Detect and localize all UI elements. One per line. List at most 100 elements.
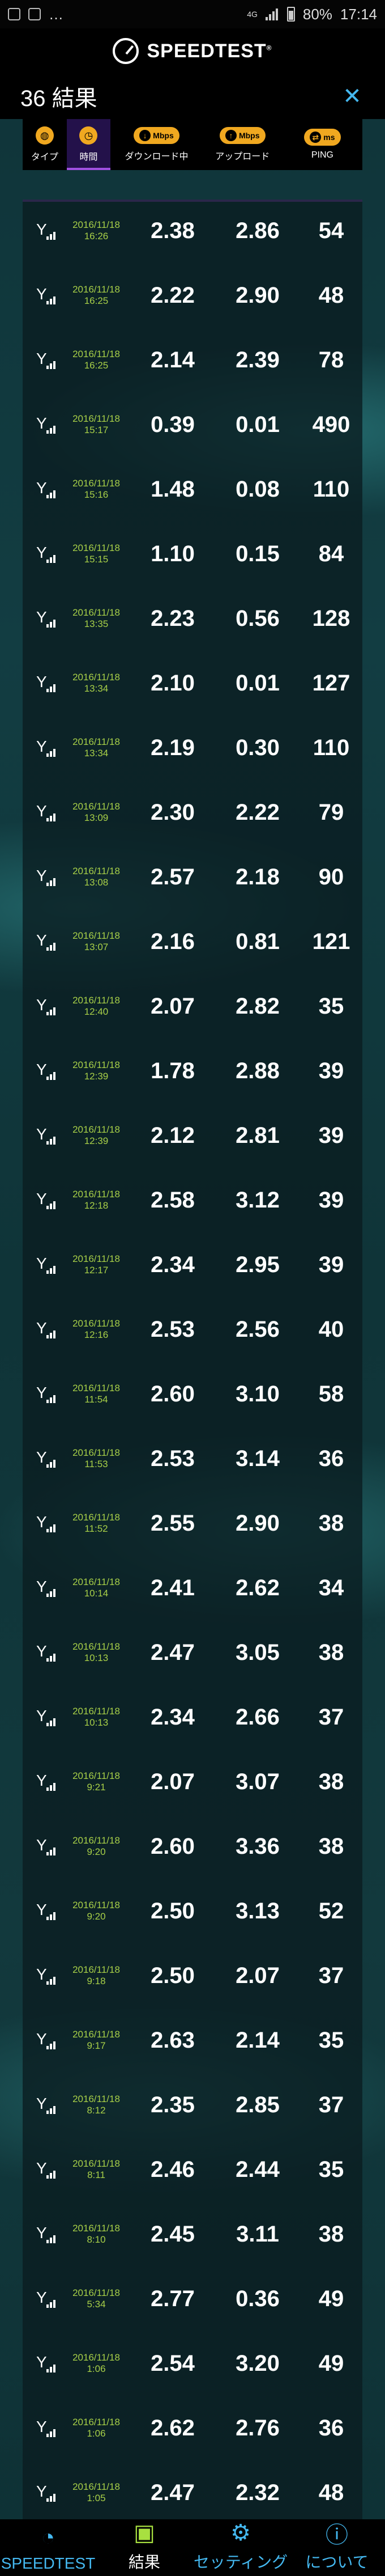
result-row[interactable]: Y 2016/11/18 13:35 2.23 0.56 128 [23, 587, 362, 652]
timestamp: 2016/11/18 13:08 [62, 866, 130, 888]
result-time: 9:17 [87, 2040, 106, 2051]
ping-value: 35 [318, 2156, 344, 2182]
result-row[interactable]: Y 2016/11/18 10:13 2.47 3.05 38 [23, 1621, 362, 1686]
tab-ping[interactable]: ⇄ ms PING [283, 119, 362, 170]
result-row[interactable]: Y 2016/11/18 13:07 2.16 0.81 121 [23, 910, 362, 975]
tab-time[interactable]: ◷ 時間 [66, 119, 111, 170]
wifi-signal-icon: Y [23, 2481, 62, 2504]
antenna-icon: Y [36, 738, 47, 755]
result-row[interactable]: Y 2016/11/18 16:25 2.14 2.39 78 [23, 329, 362, 393]
result-row[interactable]: Y 2016/11/18 5:34 2.77 0.36 49 [23, 2268, 362, 2332]
result-date: 2016/11/18 [72, 1964, 120, 1975]
result-row[interactable]: Y 2016/11/18 12:40 2.07 2.82 35 [23, 975, 362, 1040]
result-row[interactable]: Y 2016/11/18 9:20 2.60 3.36 38 [23, 1815, 362, 1880]
nav-about[interactable]: ⓘ について [289, 2519, 385, 2576]
overflow-icon: … [49, 5, 63, 23]
result-row[interactable]: Y 2016/11/18 1:05 2.47 2.32 48 [23, 2461, 362, 2526]
result-time: 12:39 [84, 1136, 109, 1146]
antenna-icon: Y [36, 1190, 47, 1208]
result-row[interactable]: Y 2016/11/18 9:20 2.50 3.13 52 [23, 1880, 362, 1944]
result-row[interactable]: Y 2016/11/18 12:39 1.78 2.88 39 [23, 1040, 362, 1104]
result-time: 11:54 [84, 1394, 108, 1405]
download-value: 2.63 [151, 2027, 195, 2053]
result-row[interactable]: Y 2016/11/18 16:25 2.22 2.90 48 [23, 264, 362, 329]
antenna-icon: Y [36, 479, 47, 497]
result-row[interactable]: Y 2016/11/18 8:11 2.46 2.44 35 [23, 2138, 362, 2203]
result-date: 2016/11/18 [72, 1318, 120, 1329]
result-row[interactable]: Y 2016/11/18 12:18 2.58 3.12 39 [23, 1169, 362, 1234]
result-row[interactable]: Y 2016/11/18 1:06 2.54 3.20 49 [23, 2332, 362, 2397]
result-row[interactable]: Y 2016/11/18 13:34 2.19 0.30 110 [23, 717, 362, 781]
result-row[interactable]: Y 2016/11/18 11:52 2.55 2.90 38 [23, 1492, 362, 1557]
result-row[interactable]: Y 2016/11/18 11:54 2.60 3.10 58 [23, 1363, 362, 1427]
tab-upload[interactable]: ↑ Mbps アップロード [203, 119, 283, 170]
result-row[interactable]: Y 2016/11/18 12:39 2.12 2.81 39 [23, 1104, 362, 1169]
timestamp: 2016/11/18 10:13 [62, 1706, 130, 1728]
result-time: 1:06 [87, 2428, 106, 2439]
result-date: 2016/11/18 [72, 801, 120, 812]
result-date: 2016/11/18 [72, 1706, 120, 1717]
timestamp: 2016/11/18 15:16 [62, 478, 130, 501]
result-row[interactable]: Y 2016/11/18 15:16 1.48 0.08 110 [23, 458, 362, 523]
timestamp: 2016/11/18 11:53 [62, 1447, 130, 1470]
result-date: 2016/11/18 [72, 219, 120, 230]
ping-value: 37 [318, 1704, 344, 1730]
result-time: 13:34 [84, 683, 109, 694]
result-time: 8:12 [87, 2105, 106, 2116]
nav-label: SPEEDTEST [1, 2554, 96, 2572]
wifi-signal-icon: Y [23, 2094, 62, 2116]
timestamp: 2016/11/18 15:17 [62, 413, 130, 436]
result-date: 2016/11/18 [72, 1189, 120, 1200]
result-row[interactable]: Y 2016/11/18 12:17 2.34 2.95 39 [23, 1234, 362, 1298]
result-row[interactable]: Y 2016/11/18 8:12 2.35 2.85 37 [23, 2074, 362, 2138]
timestamp: 2016/11/18 1:06 [62, 2417, 130, 2439]
result-row[interactable]: Y 2016/11/18 10:14 2.41 2.62 34 [23, 1557, 362, 1621]
result-row[interactable]: Y 2016/11/18 9:17 2.63 2.14 35 [23, 2009, 362, 2074]
upload-unit: Mbps [238, 131, 260, 140]
upload-value: 2.07 [236, 1963, 280, 1988]
result-row[interactable]: Y 2016/11/18 13:08 2.57 2.18 90 [23, 846, 362, 910]
result-row[interactable]: Y 2016/11/18 9:21 2.07 3.07 38 [23, 1751, 362, 1815]
result-row[interactable]: Y 2016/11/18 15:17 0.39 0.01 490 [23, 393, 362, 458]
result-date: 2016/11/18 [72, 2481, 120, 2492]
antenna-icon: Y [36, 2482, 47, 2500]
sort-tabs: ◍ タイプ ◷ 時間 ↓ Mbps ダウンロード中 ↑ Mbps アップロード … [23, 119, 362, 170]
result-row[interactable]: Y 2016/11/18 13:34 2.10 0.01 127 [23, 652, 362, 717]
download-value: 2.60 [151, 1833, 195, 1859]
tab-download[interactable]: ↓ Mbps ダウンロード中 [110, 119, 202, 170]
upload-value: 2.76 [236, 2415, 280, 2441]
upload-value: 3.20 [236, 2350, 280, 2376]
download-value: 2.23 [151, 605, 195, 631]
ping-value: 36 [318, 1446, 344, 1471]
result-date: 2016/11/18 [72, 1641, 120, 1652]
result-row[interactable]: Y 2016/11/18 8:10 2.45 3.11 38 [23, 2203, 362, 2268]
result-row[interactable]: Y 2016/11/18 16:26 2.38 2.86 54 [23, 200, 362, 264]
tab-type[interactable]: ◍ タイプ [23, 119, 67, 170]
nav-settings[interactable]: ⚙ セッティング [192, 2519, 289, 2576]
timestamp: 2016/11/18 16:26 [62, 219, 130, 242]
timestamp: 2016/11/18 1:06 [62, 2352, 130, 2375]
result-row[interactable]: Y 2016/11/18 9:18 2.50 2.07 37 [23, 1944, 362, 2009]
antenna-icon: Y [36, 1061, 47, 1078]
nav-speedtest[interactable]: ◔ SPEEDTEST [0, 2519, 96, 2576]
nav-label: について [305, 2553, 369, 2571]
upload-value: 2.56 [236, 1316, 280, 1342]
result-time: 13:09 [84, 812, 109, 823]
app-header: SPEEDTEST® [0, 28, 385, 74]
tools-icon[interactable]: ✕ [340, 84, 365, 109]
result-row[interactable]: Y 2016/11/18 1:06 2.62 2.76 36 [23, 2397, 362, 2461]
timestamp: 2016/11/18 9:20 [62, 1900, 130, 1922]
globe-icon: ◍ [35, 126, 54, 145]
result-row[interactable]: Y 2016/11/18 11:53 2.53 3.14 36 [23, 1427, 362, 1492]
result-row[interactable]: Y 2016/11/18 10:13 2.34 2.66 37 [23, 1686, 362, 1751]
result-row[interactable]: Y 2016/11/18 12:16 2.53 2.56 40 [23, 1298, 362, 1363]
antenna-icon: Y [36, 1513, 47, 1531]
upload-value: 2.32 [236, 2480, 280, 2505]
upload-value: 3.12 [236, 1187, 280, 1213]
result-row[interactable]: Y 2016/11/18 15:15 1.10 0.15 84 [23, 523, 362, 587]
upload-value: 2.86 [236, 218, 280, 243]
wifi-signal-icon: Y [23, 1770, 62, 1793]
result-row[interactable]: Y 2016/11/18 13:09 2.30 2.22 79 [23, 781, 362, 846]
antenna-icon: Y [36, 802, 47, 820]
nav-results[interactable]: ▣ 結果 [96, 2519, 192, 2576]
